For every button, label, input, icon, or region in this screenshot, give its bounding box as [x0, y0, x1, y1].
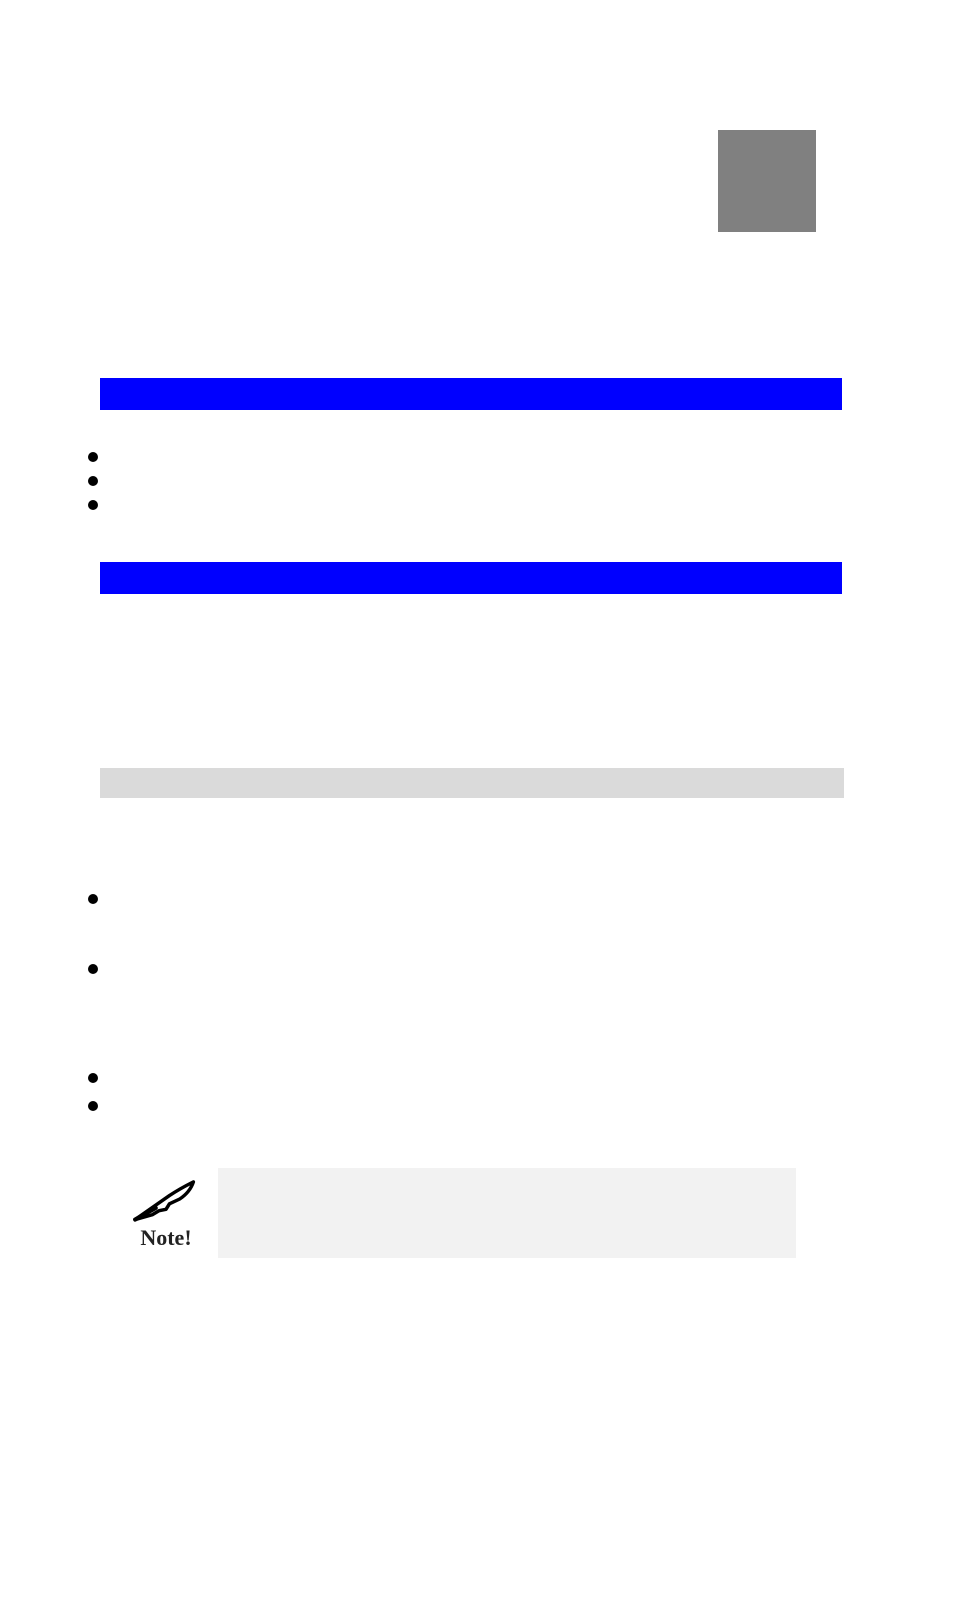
section-bar-1 — [100, 378, 842, 410]
list-item — [88, 500, 98, 510]
list-item — [88, 894, 98, 904]
bullet-list-2 — [88, 894, 98, 988]
list-item — [88, 964, 98, 974]
top-right-placeholder — [718, 130, 816, 232]
list-item — [88, 1073, 98, 1083]
list-item — [88, 452, 98, 462]
bullet-list-3 — [88, 1073, 98, 1129]
bullet-list-1 — [88, 452, 98, 524]
note-label: Note! — [140, 1225, 191, 1251]
quill-icon — [130, 1175, 202, 1223]
note-body — [218, 1168, 796, 1258]
list-item — [88, 476, 98, 486]
note-block: Note! — [122, 1168, 796, 1258]
section-bar-2 — [100, 562, 842, 594]
note-icon-cell: Note! — [122, 1168, 218, 1258]
list-item — [88, 1101, 98, 1111]
subsection-bar — [100, 768, 844, 798]
